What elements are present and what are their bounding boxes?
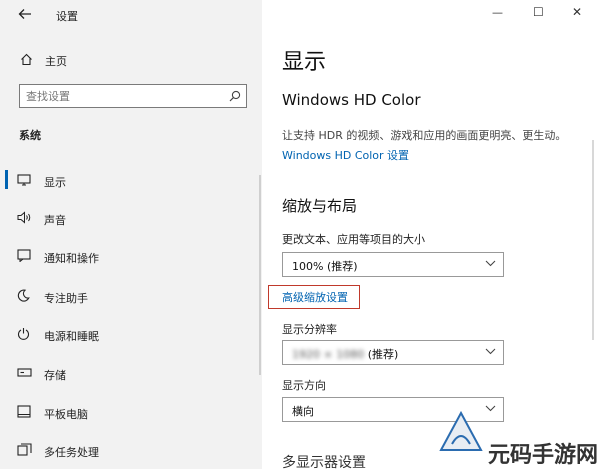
sidebar-scrollbar[interactable]: [259, 175, 261, 375]
sidebar-item-multitasking[interactable]: 多任务处理: [14, 440, 254, 460]
orientation-label: 显示方向: [282, 379, 326, 392]
sidebar-item-focus-assist[interactable]: 专注助手: [14, 286, 254, 306]
hdr-description: 让支持 HDR 的视频、游戏和应用的画面更明亮、更生动。: [282, 129, 567, 142]
section-title: 系统: [19, 129, 41, 142]
resolution-suffix: (推荐): [364, 348, 399, 361]
sidebar: 设置 主页 系统 显示 声音 通知和: [0, 0, 262, 469]
window-title: 设置: [56, 10, 78, 23]
search-icon[interactable]: [229, 90, 241, 102]
sidebar-item-label: 存储: [44, 369, 66, 382]
moon-icon: [17, 289, 30, 302]
chevron-down-icon: [485, 348, 496, 355]
power-icon: [17, 328, 30, 340]
sidebar-item-notifications[interactable]: 通知和操作: [14, 246, 254, 266]
sidebar-item-label: 通知和操作: [44, 252, 99, 265]
sidebar-item-label: 专注助手: [44, 292, 88, 305]
storage-icon: [17, 368, 32, 377]
sidebar-item-label: 主页: [45, 55, 67, 68]
watermark-logo-icon: [439, 410, 483, 451]
sidebar-item-sound[interactable]: 声音: [14, 208, 254, 228]
sidebar-item-storage[interactable]: 存储: [14, 363, 254, 383]
sidebar-item-label: 电源和睡眠: [44, 330, 99, 343]
hdr-settings-link[interactable]: Windows HD Color 设置: [282, 147, 409, 163]
main-scrollbar[interactable]: [592, 140, 594, 340]
home-icon: [21, 53, 32, 66]
back-arrow-icon[interactable]: [18, 8, 32, 20]
sidebar-item-power-sleep[interactable]: 电源和睡眠: [14, 324, 254, 344]
resolution-dropdown[interactable]: 1920 × 1080 (推荐): [282, 340, 504, 365]
hdr-section-title: Windows HD Color: [282, 91, 421, 109]
multi-display-title: 多显示器设置: [282, 455, 366, 471]
page-title: 显示: [282, 50, 327, 75]
sidebar-item-label: 显示: [44, 176, 66, 189]
sidebar-item-home[interactable]: 主页: [17, 50, 247, 70]
sidebar-item-label: 声音: [44, 214, 66, 227]
search-box[interactable]: [19, 84, 247, 108]
highlight-box: [268, 285, 360, 309]
selection-indicator: [5, 170, 8, 189]
dropdown-value: 横向: [292, 405, 314, 418]
tablet-icon: [17, 405, 31, 418]
speaker-icon: [17, 211, 31, 224]
chevron-down-icon: [485, 405, 496, 412]
resolution-label: 显示分辨率: [282, 323, 337, 336]
watermark-text: 元码手游网: [487, 443, 598, 468]
resolution-value-blurred: 1920 × 1080: [292, 348, 365, 361]
dropdown-value: 1920 × 1080 (推荐): [292, 346, 398, 362]
scale-section-title: 缩放与布局: [282, 197, 358, 215]
maximize-button[interactable]: ☐: [533, 5, 544, 19]
monitor-icon: [17, 174, 31, 186]
text-size-label: 更改文本、应用等项目的大小: [282, 233, 425, 246]
sidebar-item-label: 平板电脑: [44, 408, 88, 421]
search-input[interactable]: [26, 88, 226, 104]
dropdown-value: 100% (推荐): [292, 260, 358, 273]
multitask-icon: [17, 443, 32, 456]
sidebar-item-label: 多任务处理: [44, 446, 99, 459]
close-button[interactable]: ✕: [572, 5, 582, 19]
text-size-dropdown[interactable]: 100% (推荐): [282, 252, 504, 277]
sidebar-item-display[interactable]: 显示: [14, 170, 254, 190]
sidebar-item-tablet[interactable]: 平板电脑: [14, 402, 254, 422]
notification-icon: [17, 249, 31, 262]
chevron-down-icon: [485, 260, 496, 267]
minimize-button[interactable]: —: [492, 6, 503, 19]
